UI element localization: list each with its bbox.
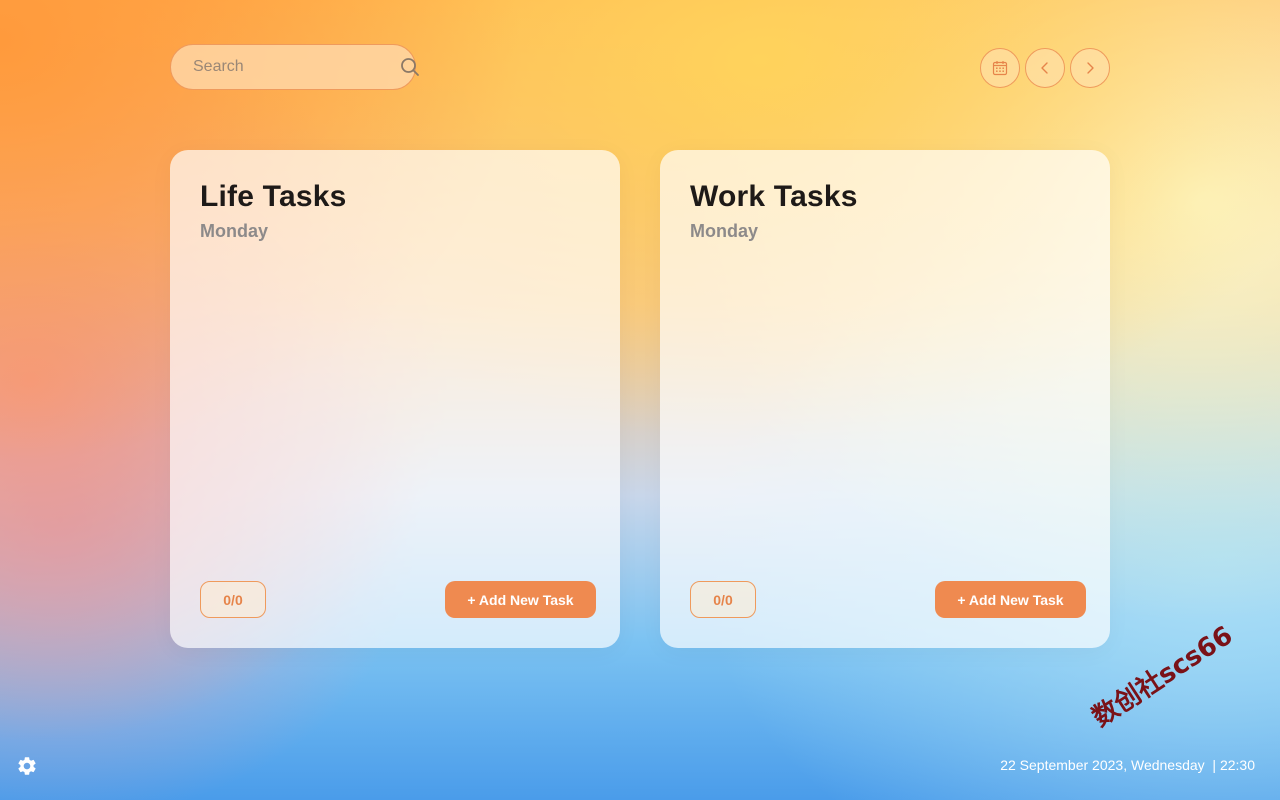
search-icon[interactable] bbox=[400, 57, 420, 77]
gear-icon bbox=[16, 757, 38, 781]
task-progress-counter: 0/0 bbox=[690, 581, 756, 618]
add-new-task-button[interactable]: + Add New Task bbox=[445, 581, 596, 618]
card-title: Work Tasks bbox=[690, 180, 858, 213]
card-day: Monday bbox=[690, 221, 759, 241]
search-input[interactable] bbox=[193, 58, 400, 76]
next-day-button[interactable] bbox=[1070, 48, 1110, 88]
card-day: Monday bbox=[200, 221, 269, 241]
task-progress-counter: 0/0 bbox=[200, 581, 266, 618]
date-time-display: 22 September 2023, Wednesday | 22:30 bbox=[1000, 757, 1255, 773]
calendar-button[interactable] bbox=[980, 48, 1020, 88]
previous-day-button[interactable] bbox=[1025, 48, 1065, 88]
chevron-left-icon bbox=[1038, 61, 1052, 75]
settings-button[interactable] bbox=[16, 755, 38, 777]
chevron-right-icon bbox=[1083, 61, 1097, 75]
life-tasks-card: Life Tasks Monday 0/0 + Add New Task bbox=[170, 150, 620, 648]
work-tasks-card: Work Tasks Monday 0/0 + Add New Task bbox=[660, 150, 1110, 648]
search-bar[interactable] bbox=[170, 44, 419, 90]
card-title: Life Tasks bbox=[200, 180, 347, 213]
calendar-icon bbox=[992, 60, 1008, 76]
add-new-task-button[interactable]: + Add New Task bbox=[935, 581, 1086, 618]
